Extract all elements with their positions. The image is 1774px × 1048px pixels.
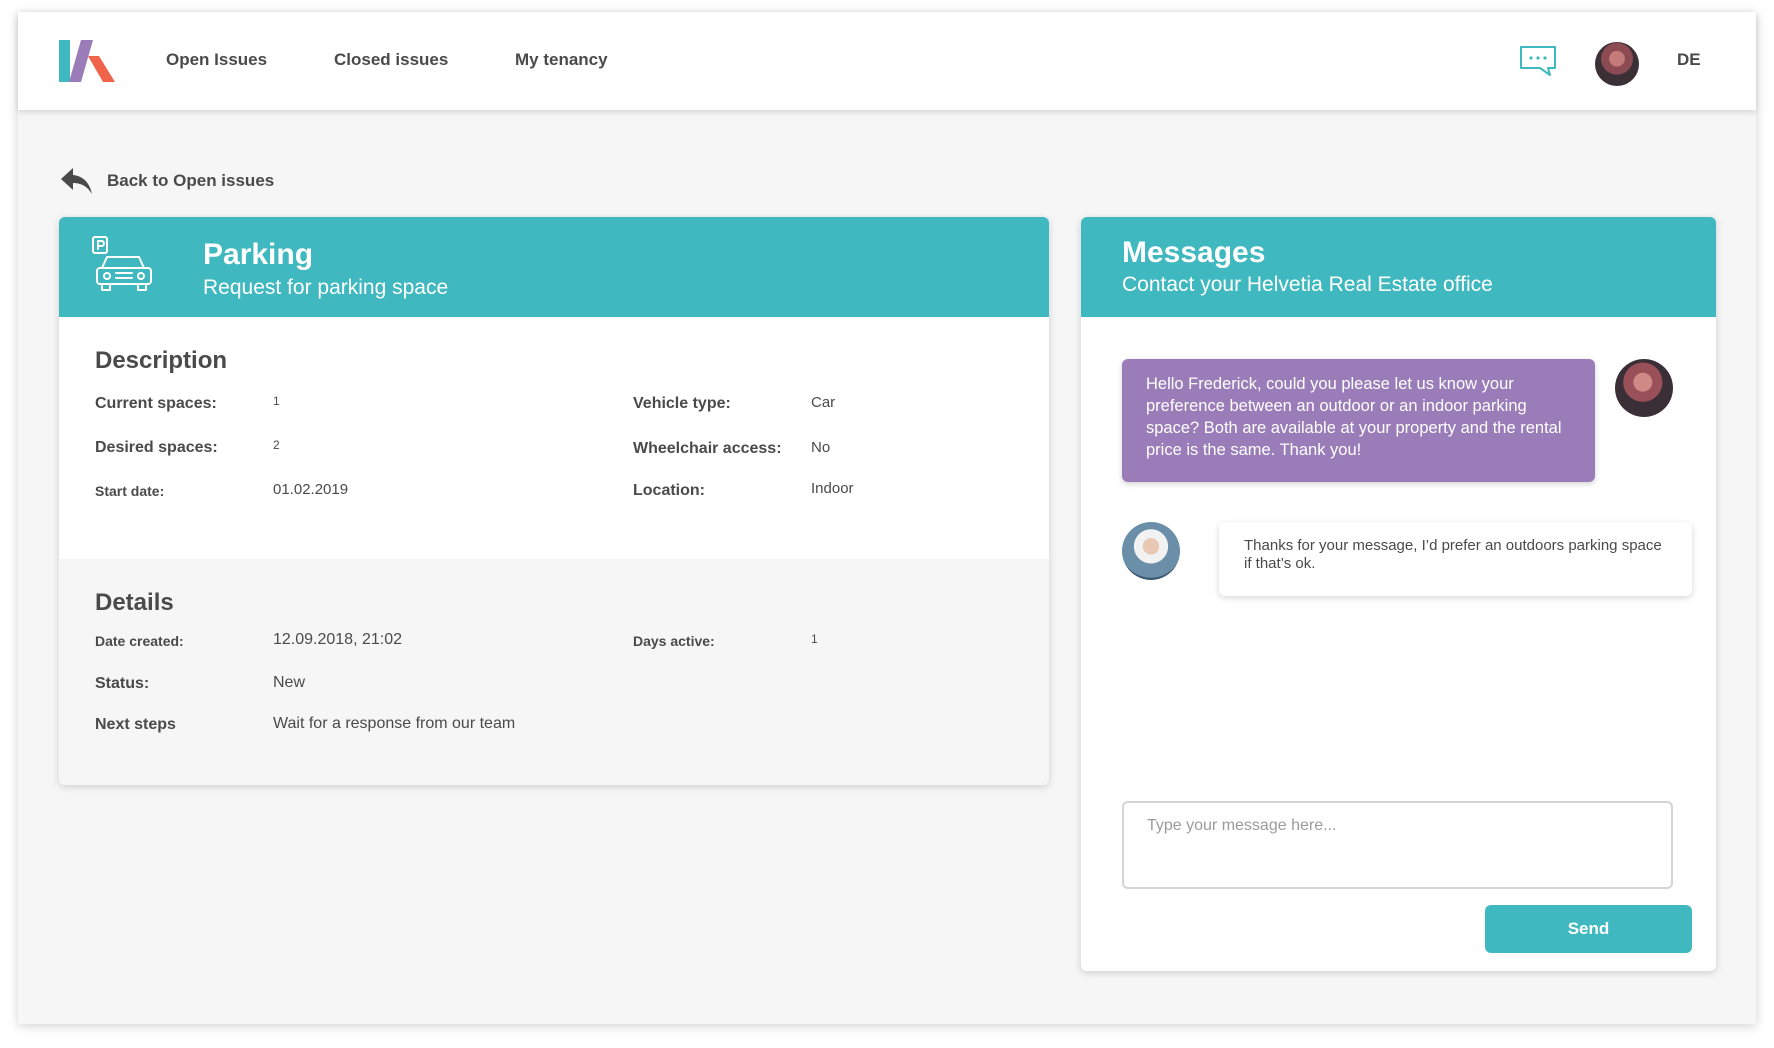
nav-closed-issues[interactable]: Closed issues [334,50,448,70]
messages-card: Messages Contact your Helvetia Real Esta… [1081,217,1716,971]
nav-open-issues[interactable]: Open Issues [166,50,267,70]
vehicle-type-value: Car [811,394,836,411]
back-to-open-issues-link[interactable]: Back to Open issues [59,164,274,198]
next-steps-label: Next steps [95,716,176,733]
logo-icon[interactable] [59,40,115,82]
office-avatar [1615,359,1673,417]
date-created-value: 12.09.2018, 21:02 [273,631,403,648]
details-heading: Details [95,589,174,616]
wheelchair-access-value: No [811,439,831,456]
language-switch[interactable]: DE [1677,50,1701,70]
parking-car-icon [92,236,152,291]
start-date-label: Start date: [95,483,165,499]
messages-subtitle: Contact your Helvetia Real Estate office [1122,273,1493,296]
issue-card: Parking Request for parking space Descri… [59,217,1049,785]
tenant-avatar [1122,522,1180,580]
next-steps-value: Wait for a response from our team [273,715,516,732]
description-heading: Description [95,347,228,374]
messages-card-header: Messages Contact your Helvetia Real Esta… [1081,217,1716,317]
back-arrow-icon [61,168,92,194]
wheelchair-access-label: Wheelchair access: [633,440,782,457]
user-avatar[interactable] [1595,42,1639,86]
vehicle-type-label: Vehicle type: [633,395,731,412]
date-created-label: Date created: [95,633,184,649]
message-input[interactable] [1122,801,1673,889]
status-label: Status: [95,675,150,692]
issue-title: Parking [203,238,314,271]
days-active-value: 1 [811,632,818,646]
tenant-message-bubble: Thanks for your message, I’d prefer an o… [1219,522,1692,596]
office-message-bubble: Hello Frederick, could you please let us… [1122,359,1595,482]
current-spaces-label: Current spaces: [95,395,217,412]
back-link-label: Back to Open issues [107,171,275,190]
location-label: Location: [633,482,705,499]
desired-spaces-label: Desired spaces: [95,439,218,456]
issue-subtitle: Request for parking space [203,276,449,299]
start-date-value: 01.02.2019 [273,481,349,498]
location-value: Indoor [811,480,854,497]
send-button[interactable]: Send [1485,905,1692,953]
top-navigation-bar: Open Issues Closed issues My tenancy DE [18,12,1756,110]
status-value: New [273,674,306,691]
app-window: Open Issues Closed issues My tenancy DE … [18,12,1756,1024]
issue-card-header: Parking Request for parking space [59,217,1049,317]
details-section [59,559,1049,785]
current-spaces-value: 1 [273,394,280,408]
days-active-label: Days active: [633,633,715,649]
chat-icon[interactable] [1518,44,1558,78]
desired-spaces-value: 2 [273,438,280,452]
nav-my-tenancy[interactable]: My tenancy [515,50,608,70]
messages-title: Messages [1122,236,1266,269]
